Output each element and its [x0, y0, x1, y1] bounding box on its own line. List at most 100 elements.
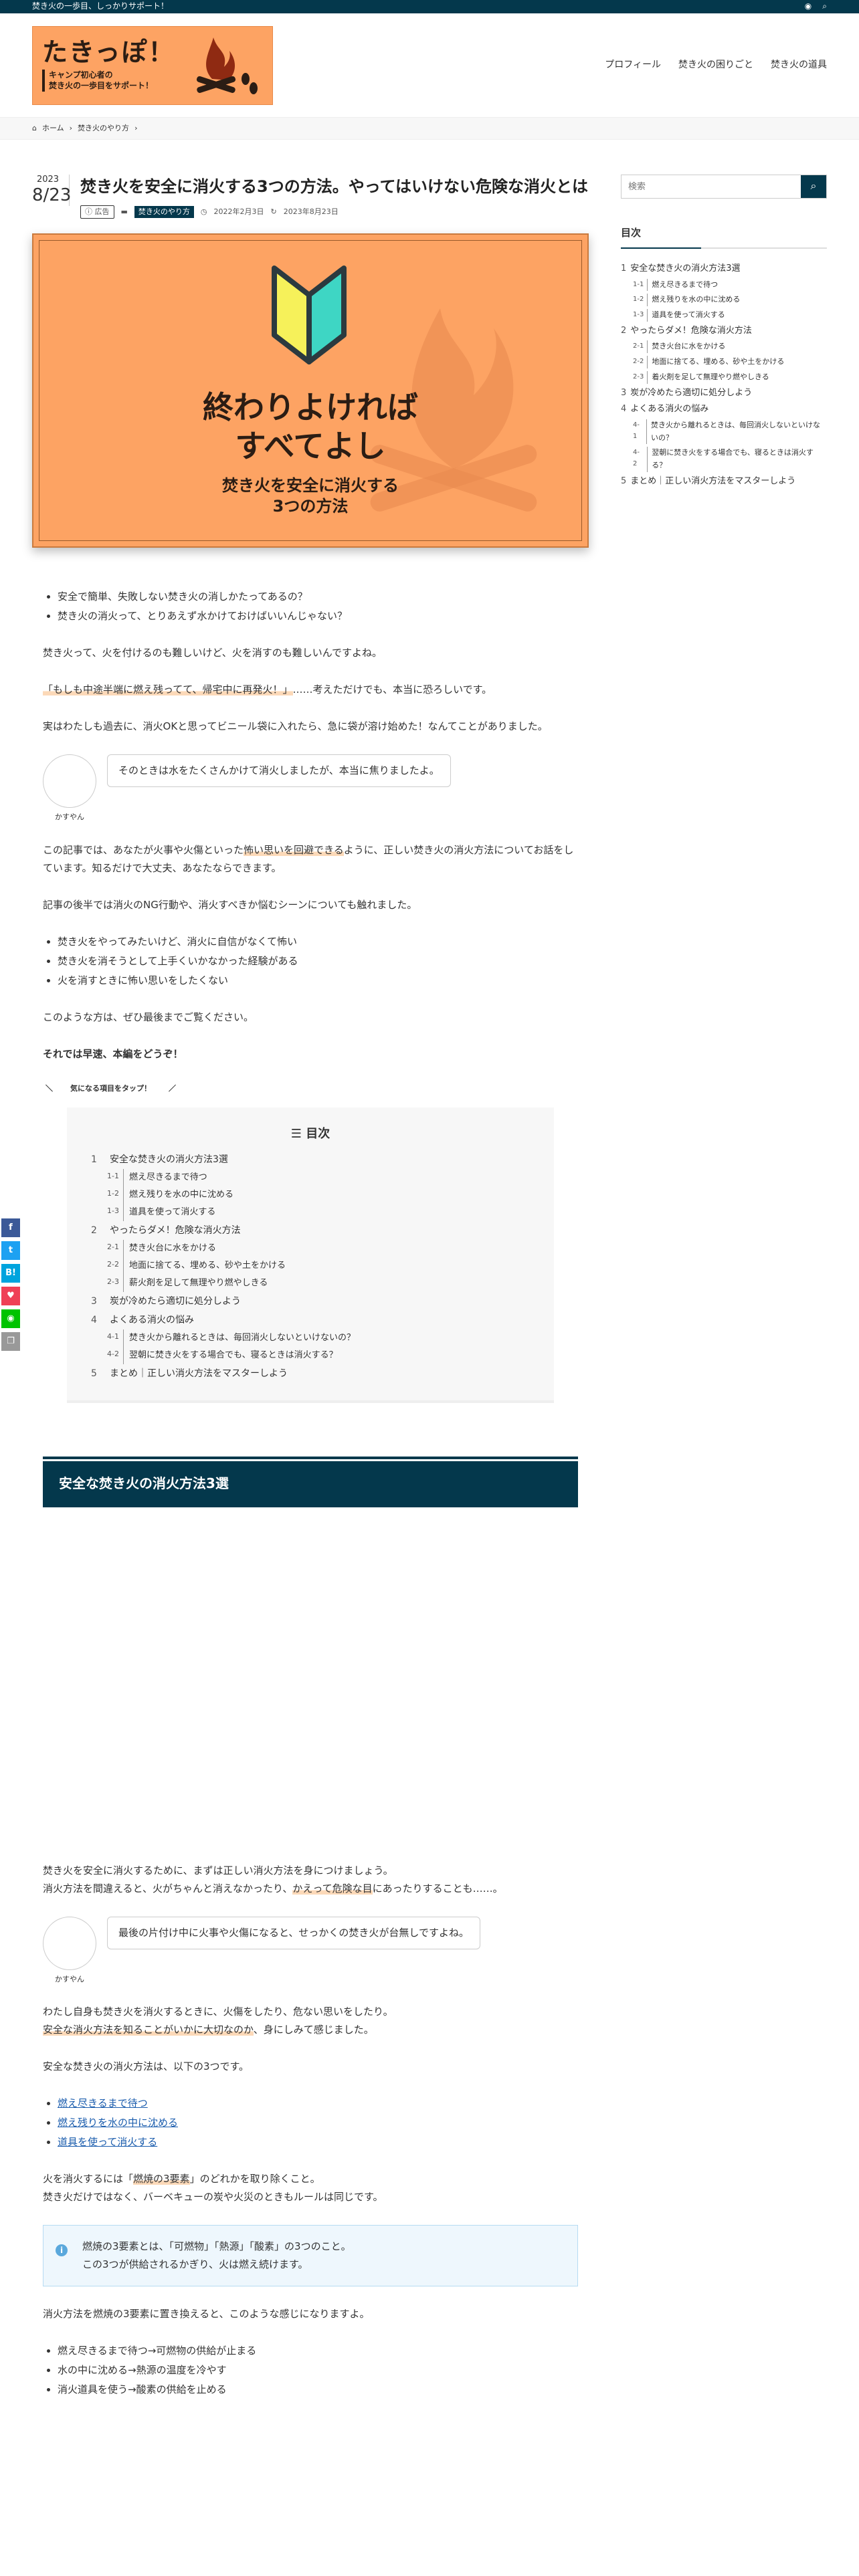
copy-icon[interactable]: ❐: [1, 1332, 20, 1351]
info-icon: i: [56, 2244, 68, 2257]
search-icon[interactable]: ⌕: [822, 0, 827, 14]
post-meta: ⓘ 広告 ▬ 焚き火のやり方 ◷ 2022年2月3日 ↻ 2023年8月23日: [80, 205, 588, 219]
toc-item[interactable]: 2 やったらダメ！危険な消火方法: [91, 1221, 530, 1240]
toc-subitem[interactable]: 2-1 焚き火台に水をかける: [107, 1239, 530, 1257]
section-heading: 安全な焚き火の消火方法3選: [43, 1456, 578, 1507]
hatena-icon[interactable]: B!: [1, 1264, 20, 1283]
home-icon: ⌂: [32, 124, 37, 133]
toc-subitem[interactable]: 2-3 薪火剤を足して無理やり燃やしきる: [107, 1274, 530, 1292]
published-date: 2022年2月3日: [213, 207, 264, 217]
toc-subitem[interactable]: 2-2 地面に捨てる、埋める、砂や土をかける: [107, 1257, 530, 1275]
toc-item[interactable]: 3 炭が冷めたら適切に処分しよう: [621, 385, 827, 402]
site-tagline: 焚き火の一歩目、しっかりサポート！: [32, 1, 169, 11]
toc-item[interactable]: 5 まとめ｜正しい消火方法をマスターしよう: [621, 473, 827, 490]
toc-tap-label: ＼ 気になる項目をタップ！／: [45, 1083, 176, 1093]
logo-subtitle: キャンプ初心者の 焚き火の一歩目をサポート！: [42, 69, 175, 92]
paragraph: 「もしも中途半端に燃え残ってて、帰宅中に再発火！」……考えただけでも、本当に恐ろ…: [43, 683, 492, 695]
pr-badge: ⓘ 広告: [80, 205, 114, 219]
toc-subitem[interactable]: 1-2 燃え残りを水の中に沈める: [633, 292, 827, 308]
sidebar: ⌕ 目次 1安全な焚き火の消火方法3選1-1燃え尽きるまで待つ1-2燃え残りを水…: [621, 175, 827, 2418]
toc-subitem[interactable]: 4-1 焚き火から離れるときは、毎回消火しないといけないの？: [633, 418, 827, 445]
global-nav: プロフィール 焚き火の困りごと 焚き火の道具: [605, 57, 827, 74]
breadcrumb-category[interactable]: 焚き火のやり方: [78, 122, 129, 135]
avatar: かすやん: [43, 754, 96, 824]
updated-date: 2023年8月23日: [283, 207, 339, 217]
toc-subitem[interactable]: 1-1 燃え尽きるまで待つ: [107, 1168, 530, 1186]
toc-item[interactable]: 3 炭が冷めたら適切に処分しよう: [91, 1292, 530, 1311]
toc-subitem[interactable]: 2-2 地面に捨てる、埋める、砂や土をかける: [633, 354, 827, 370]
avatar: かすやん: [43, 1916, 96, 1986]
search-input[interactable]: [622, 175, 801, 198]
toc-item[interactable]: 2 やったらダメ！危険な消火方法: [621, 323, 827, 340]
category-badge[interactable]: 焚き火のやり方: [134, 206, 194, 218]
sidebar-toc: 1 安全な焚き火の消火方法3選 1-1 燃え尽きるまで待つ 1-2 燃え残りを水の中に沈め…: [621, 261, 827, 490]
refresh-icon: ↻: [270, 207, 277, 217]
intro-list: 安全で簡単、失敗しない焚き火の消しかたってあるの？ 焚き火の消火って、とりあえず…: [58, 588, 578, 625]
sidebar-toc-title: 目次: [621, 224, 827, 249]
site-header: たきっぽ！ キャンプ初心者の 焚き火の一歩目をサポート！ プロフィール 焚き火の…: [0, 13, 859, 117]
facebook-icon[interactable]: f: [1, 1218, 20, 1237]
speech-balloon: かすやん そのときは水をたくさんかけて消火しましたが、本当に焦りましたよ。: [43, 754, 578, 824]
paragraph: この記事では、あなたが火事や火傷といった怖い思いを回避できるように、正しい焚き火…: [43, 843, 574, 874]
paragraph: このような方は、ぜひ最後までご覧ください。: [43, 1010, 254, 1023]
list-item: 水の中に沈める→熱源の温度を冷やす: [58, 2361, 578, 2379]
campfire-icon: [196, 37, 258, 94]
eyecatch-title: 終わりよければ すべてよし: [203, 389, 418, 464]
share-buttons: f t B! ♥ ◉ ❐: [1, 1218, 20, 1351]
paragraph: それでは早速、本編をどうぞ！: [43, 1047, 183, 1060]
toc-subitem[interactable]: 4-2 翌朝に焚き火をする場合でも、寝るときは消火する？: [107, 1346, 530, 1364]
toc-subitem[interactable]: 1-3 道具を使って消火する: [633, 308, 827, 323]
post-date: 2023 8/23: [32, 175, 72, 206]
anchor-link[interactable]: 燃え尽きるまで待つ: [58, 2097, 148, 2109]
list-item: 火を消すときに怖い思いをしたくない: [58, 972, 578, 990]
toc-item[interactable]: 4 よくある消火の悩み: [91, 1311, 530, 1329]
list-item: 焚き火を消そうとして上手くいかなかった経験がある: [58, 952, 578, 970]
anchor-link[interactable]: 燃え残りを水の中に沈める: [58, 2117, 178, 2129]
paragraph: 実はわたしも過去に、消火OKと思ってビニール袋に入れたら、急に袋が溶け始めた！な…: [43, 720, 548, 732]
breadcrumb: ⌂ ホーム › 焚き火のやり方 ›: [0, 117, 859, 140]
article-body: 安全で簡単、失敗しない焚き火の消しかたってあるの？ 焚き火の消火って、とりあえず…: [32, 588, 589, 2399]
twitter-icon[interactable]: t: [1, 1241, 20, 1260]
toc-item[interactable]: 1 安全な焚き火の消火方法3選: [621, 261, 827, 278]
paragraph: 火を消火するには「燃焼の3要素」のどれかを取り除くこと。 焚き火だけではなく、バー…: [43, 2173, 383, 2204]
toc-subitem[interactable]: 2-1 焚き火台に水をかける: [633, 339, 827, 354]
list-item: 消火道具を使う→酸素の供給を止める: [58, 2381, 578, 2399]
info-box: i 燃焼の3要素とは、「可燃物」「熱源」「酸素」の3つのこと。 この3つが供給さ…: [43, 2225, 578, 2287]
line-icon[interactable]: ◉: [1, 1309, 20, 1328]
nav-troubles[interactable]: 焚き火の困りごと: [678, 57, 753, 74]
beginner-mark-icon: [272, 265, 347, 364]
speech-balloon: かすやん 最後の片付け中に火事や火傷になると、せっかくの焚き火が台無しですよね。: [43, 1916, 578, 1986]
anchor-link[interactable]: 道具を使って消火する: [58, 2136, 157, 2148]
toc-item[interactable]: 4 よくある消火の悩み: [621, 401, 827, 418]
toc-subitem[interactable]: 1-2 燃え残りを水の中に沈める: [107, 1186, 530, 1204]
paragraph: わたし自身も焚き火を消火するときに、火傷をしたり、危ない思いをしたり。 安全な消火…: [43, 2006, 393, 2036]
chevron-right-icon: ›: [69, 124, 73, 133]
toc-subitem[interactable]: 2-3 着火剤を足して無理やり燃やしきる: [633, 370, 827, 385]
nav-profile[interactable]: プロフィール: [605, 57, 661, 74]
eyecatch-subtitle: 焚き火を安全に消火する 3つの方法: [222, 476, 399, 516]
target-list: 焚き火をやってみたいけど、消火に自信がなくて怖い 焚き火を消そうとして上手くいか…: [58, 933, 578, 990]
clock-icon: ◷: [200, 207, 207, 217]
pocket-icon[interactable]: ♥: [1, 1287, 20, 1305]
list-item: 安全で簡単、失敗しない焚き火の消しかたってあるの？: [58, 588, 578, 606]
toc-item[interactable]: 1 安全な焚き火の消火方法3選: [91, 1150, 530, 1169]
toc-subitem[interactable]: 1-1 燃え尽きるまで待つ: [633, 278, 827, 293]
list-item: 焚き火をやってみたいけど、消火に自信がなくて怖い: [58, 933, 578, 951]
toc-item[interactable]: 5 まとめ｜正しい消火方法をマスターしよう: [91, 1364, 530, 1383]
toc-subitem[interactable]: 4-2 翌朝に焚き火をする場合でも、寝るときは消火する？: [633, 445, 827, 473]
method-links: 燃え尽きるまで待つ 燃え残りを水の中に沈める 道具を使って消火する: [58, 2095, 578, 2151]
top-bar: 焚き火の一歩目、しっかりサポート！ ◉ ⌕: [0, 0, 859, 13]
balloon-text: 最後の片付け中に火事や火傷になると、せっかくの焚き火が台無しですよね。: [107, 1916, 480, 1949]
element-list: 燃え尽きるまで待つ→可燃物の供給が止まる 水の中に沈める→熱源の温度を冷やす 消…: [58, 2342, 578, 2399]
toc-subitem[interactable]: 1-3 道具を使って消火する: [107, 1203, 530, 1221]
toc-subitem[interactable]: 4-1 焚き火から離れるときは、毎回消火しないといけないの？: [107, 1329, 530, 1347]
paragraph: 消火方法を燃焼の3要素に置き換えると、このような感じになりますよ。: [43, 2308, 370, 2321]
paragraph: 安全な焚き火の消火方法は、以下の3つです。: [43, 2060, 250, 2073]
nav-tools[interactable]: 焚き火の道具: [771, 57, 827, 74]
main-content: 2023 8/23 焚き火を安全に消火する3つの方法。やってはいけない危険な消火…: [32, 175, 589, 2418]
site-logo[interactable]: たきっぽ！ キャンプ初心者の 焚き火の一歩目をサポート！: [32, 25, 273, 105]
rss-icon[interactable]: ◉: [805, 0, 812, 14]
search-button[interactable]: ⌕: [801, 175, 826, 198]
toc-title: ☰ 目次: [290, 1126, 330, 1141]
breadcrumb-home[interactable]: ホーム: [42, 122, 64, 135]
